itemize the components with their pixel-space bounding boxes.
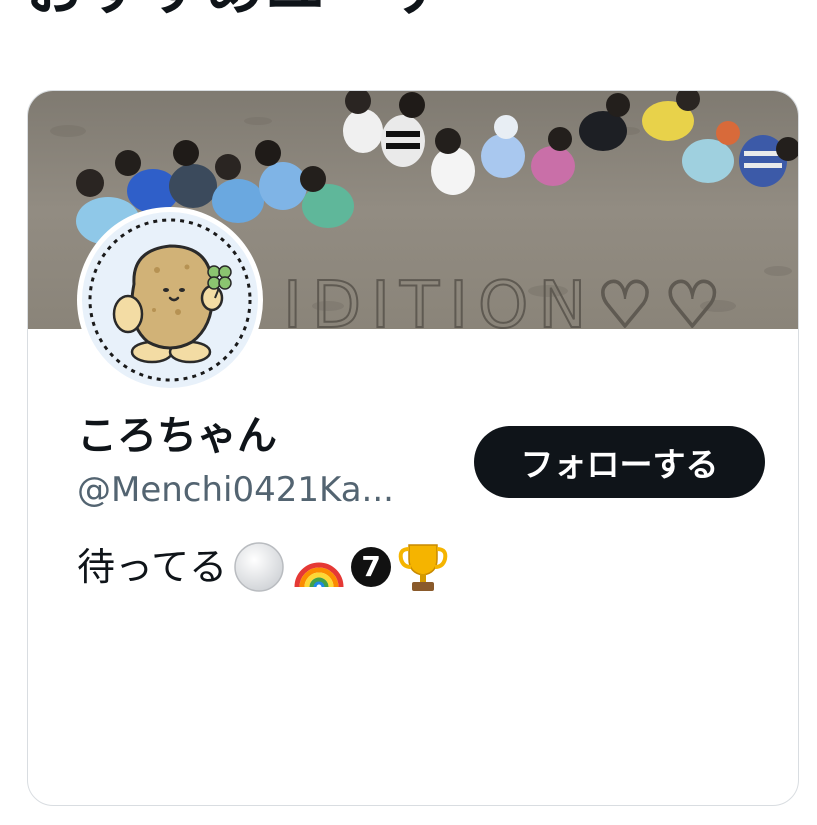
section-heading: おすすめユーザー (26, 0, 505, 18)
banner-sand-text: IDITION♡♡ (283, 269, 731, 329)
user-handle[interactable]: @Menchi0421Ka... (77, 469, 459, 511)
white-circle-icon (231, 539, 287, 595)
potato-character-icon (88, 218, 252, 382)
follow-button[interactable]: フォローする (474, 426, 765, 498)
profile-recommendation-page: おすすめユーザー (0, 0, 817, 825)
bio: 待ってる 7 (77, 537, 451, 597)
seven-badge-icon: 7 (351, 547, 392, 587)
rainbow-icon (291, 539, 347, 595)
trophy-icon (395, 539, 451, 595)
bio-text: 待ってる (77, 545, 228, 589)
avatar[interactable] (77, 207, 263, 393)
display-name[interactable]: ころちゃん (77, 413, 277, 459)
profile-card[interactable]: IDITION♡♡ ころちゃん @Menchi0421Ka... フォローする … (27, 90, 799, 806)
